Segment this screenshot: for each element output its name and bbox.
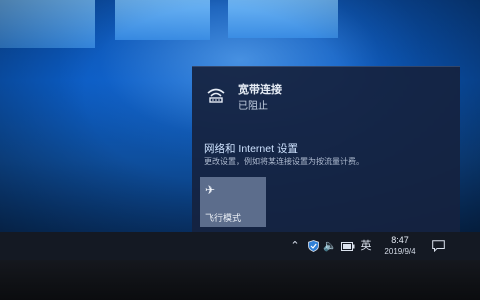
action-center-button[interactable] bbox=[428, 232, 448, 260]
network-status: 已阻止 bbox=[238, 101, 268, 112]
input-method-label: 英 bbox=[360, 240, 372, 252]
desktop: 宽带连接 已阻止 网络和 Internet 设置 更改设置，例如将某连接设置为按… bbox=[0, 0, 480, 268]
volume-tray-button[interactable]: 🔈 bbox=[322, 232, 338, 260]
chevron-up-icon: ⌃ bbox=[290, 240, 300, 252]
show-hidden-icons-button[interactable]: ⌃ bbox=[288, 232, 302, 260]
network-item-broadband[interactable]: 宽带连接 已阻止 bbox=[202, 79, 402, 113]
taskbar: ⌃ 🔈 英 8:47 2019/9/4 bbox=[0, 232, 480, 260]
network-name: 宽带连接 bbox=[238, 84, 282, 96]
clock-time: 8:47 bbox=[391, 235, 409, 245]
volume-icon: 🔈 bbox=[323, 240, 337, 252]
notification-icon bbox=[431, 240, 445, 252]
network-flyout: 宽带连接 已阻止 网络和 Internet 设置 更改设置，例如将某连接设置为按… bbox=[192, 66, 460, 235]
input-method-button[interactable]: 英 bbox=[358, 232, 374, 260]
taskbar-clock[interactable]: 8:47 2019/9/4 bbox=[378, 232, 422, 260]
security-tray-button[interactable] bbox=[306, 232, 320, 260]
airplane-mode-label: 飞行模式 bbox=[205, 213, 242, 223]
network-settings-link[interactable]: 网络和 Internet 设置 bbox=[204, 141, 298, 156]
airplane-icon: ✈ bbox=[205, 183, 216, 197]
battery-icon bbox=[341, 241, 355, 251]
shield-icon bbox=[307, 240, 319, 252]
monitor-bezel bbox=[0, 260, 480, 300]
airplane-mode-tile[interactable]: ✈ 飞行模式 bbox=[200, 177, 266, 227]
dialup-network-icon bbox=[207, 88, 225, 103]
network-tray-button[interactable] bbox=[340, 232, 356, 260]
network-settings-description: 更改设置，例如将某连接设置为按流量计费。 bbox=[204, 157, 364, 166]
clock-date: 2019/9/4 bbox=[384, 247, 416, 256]
